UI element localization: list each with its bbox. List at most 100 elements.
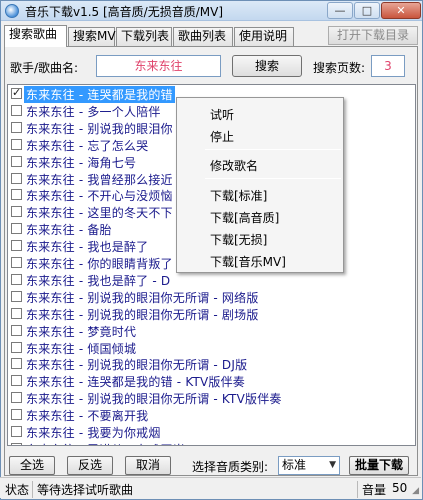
title-bar[interactable]: 音乐下载v1.5 [高音质/无损音质/MV] — □ ✕ (1, 1, 422, 21)
song-checkbox[interactable] (11, 324, 22, 336)
song-row[interactable]: 东来东往 - 不要离开我 (8, 406, 415, 423)
song-checkbox[interactable] (11, 104, 22, 116)
menu-separator (205, 149, 341, 150)
close-button[interactable]: ✕ (381, 2, 421, 19)
song-checkbox[interactable] (11, 307, 22, 319)
cancel-selection-button[interactable]: 取消 (125, 456, 171, 475)
menu-item-download-high[interactable]: 下载[高音质] (210, 209, 279, 226)
song-title: 东来东往 - 我曾经那么接近 (26, 172, 173, 187)
song-title: 东来东往 - 别说我的眼泪你 (26, 121, 173, 136)
window-title: 音乐下载v1.5 [高音质/无损音质/MV] (25, 5, 224, 19)
status-message: 等待选择试听歌曲 (37, 483, 134, 497)
menu-item-download-standard[interactable]: 下载[标准] (210, 187, 267, 204)
song-checkbox[interactable] (11, 206, 22, 218)
song-checkbox[interactable] (11, 240, 22, 252)
song-title: 东来东往 - 别说我的眼泪你无所谓 - 剧场版 (26, 307, 259, 322)
song-title: 东来东往 - 不要离开我 (26, 409, 149, 424)
song-title: 东来东往 - 忘了怎么哭 (26, 138, 149, 153)
chevron-down-icon: ▼ (329, 460, 336, 470)
song-title: 东来东往 - 梦竟时代 (26, 324, 137, 339)
song-checkbox[interactable] (11, 257, 22, 268)
song-row[interactable]: 东来东往 - 倾国倾城 (8, 339, 415, 356)
song-title: 东来东往 - 你的眼睛背叛了 (26, 257, 173, 271)
menu-item-download-mv[interactable]: 下载[音乐MV] (210, 253, 286, 270)
song-row[interactable]: 东来东往、雷诺儿 - 有难同当 (8, 440, 415, 445)
song-title: 东来东往 - 不开心与没烦恼 (26, 189, 173, 204)
song-checkbox[interactable] (11, 155, 22, 167)
song-row[interactable]: 东来东往 - 连哭都是我的错 - KTV版伴奏 (8, 372, 415, 389)
song-row[interactable]: 东来东往 - 梦竟时代 (8, 322, 415, 339)
song-title: 东来东往 - 倾国倾城 (26, 341, 137, 356)
song-checkbox[interactable] (11, 358, 22, 370)
song-checkbox[interactable] (11, 442, 22, 445)
song-row[interactable]: 东来东往 - 别说我的眼泪你无所谓 - 剧场版 (8, 305, 415, 322)
quality-select[interactable]: 标准 ▼ (278, 456, 340, 475)
song-checkbox[interactable] (11, 86, 22, 99)
song-checkbox[interactable] (11, 409, 22, 421)
song-title: 东来东往 - 我要为你戒烟 (26, 426, 161, 440)
search-pages-label: 搜索页数: (313, 61, 366, 75)
close-icon: ✕ (396, 4, 406, 17)
song-title: 东来东往 - 我也是醉了 - D (26, 273, 171, 288)
maximize-button[interactable]: □ (354, 2, 380, 19)
open-download-dir-button[interactable]: 打开下载目录 (328, 26, 418, 45)
minimize-icon: — (334, 4, 346, 17)
quality-label: 选择音质类别: (192, 460, 269, 474)
search-pages-input[interactable]: 3 (371, 55, 405, 77)
song-title: 东来东往 - 多一个人陪伴 (26, 104, 161, 119)
quality-selected-value: 标准 (282, 458, 307, 472)
song-checkbox[interactable] (11, 341, 22, 353)
volume-value: 50 (392, 481, 408, 495)
song-title: 东来东往 - 海角七号 (26, 155, 137, 170)
song-title: 东来东往 - 备胎 (26, 223, 112, 238)
song-title: 东来东往 - 别说我的眼泪你无所谓 - KTV版伴奏 (26, 392, 282, 407)
song-title: 东来东往 - 这里的冬天不下 (26, 206, 173, 221)
status-divider (32, 481, 33, 498)
tab-download-list[interactable]: 下载列表 (116, 27, 172, 46)
select-all-button[interactable]: 全选 (9, 456, 55, 475)
song-checkbox[interactable] (11, 392, 22, 404)
song-row[interactable]: 东来东往 - 我也是醉了 - D (8, 271, 415, 288)
tab-instructions[interactable]: 使用说明 (234, 27, 294, 46)
maximize-icon: □ (361, 4, 373, 17)
tab-search-mv[interactable]: 搜索MV (68, 27, 116, 46)
song-title: 东来东往 - 连哭都是我的错 - KTV版伴奏 (26, 375, 245, 390)
song-checkbox[interactable] (11, 223, 22, 235)
status-divider (357, 481, 358, 498)
song-row[interactable]: 东来东往 - 别说我的眼泪你无所谓 - 网络版 (8, 288, 415, 305)
song-title: 东来东往、雷诺儿 - 有难同当 (26, 441, 185, 445)
song-title: 东来东往 - 别说我的眼泪你无所谓 - 网络版 (26, 290, 259, 305)
menu-item-rename[interactable]: 修改歌名 (210, 157, 258, 174)
song-checkbox[interactable] (11, 172, 22, 184)
menu-item-download-lossless[interactable]: 下载[无损] (210, 231, 267, 248)
menu-separator (205, 178, 341, 179)
minimize-button[interactable]: — (327, 2, 353, 19)
volume-label: 音量 (362, 483, 387, 497)
song-row[interactable]: 东来东往 - 我要为你戒烟 (8, 423, 415, 440)
song-row[interactable]: 东来东往 - 别说我的眼泪你无所谓 - KTV版伴奏 (8, 389, 415, 406)
song-checkbox[interactable] (11, 121, 22, 133)
song-checkbox[interactable] (11, 273, 22, 285)
song-checkbox[interactable] (11, 189, 22, 201)
singer-song-label: 歌手/歌曲名: (10, 61, 79, 75)
app-logo-icon (5, 4, 19, 18)
singer-song-input[interactable]: 东来东往 (96, 55, 221, 77)
menu-item-listen[interactable]: 试听 (210, 106, 234, 123)
song-checkbox[interactable] (11, 375, 22, 387)
song-checkbox[interactable] (11, 426, 22, 437)
tab-search-songs[interactable]: 搜索歌曲 (4, 25, 67, 47)
song-title: 东来东往 - 连哭都是我的错 (24, 86, 175, 103)
status-label: 状态 (5, 483, 30, 497)
invert-selection-button[interactable]: 反选 (67, 456, 113, 475)
menu-item-stop[interactable]: 停止 (210, 128, 234, 145)
context-menu: 试听 停止 修改歌名 下载[标准] 下载[高音质] 下载[无损] 下载[音乐MV… (176, 97, 344, 273)
search-button[interactable]: 搜索 (232, 55, 302, 77)
resize-grip-icon[interactable]: ◢ (412, 486, 419, 496)
song-title: 东来东往 - 别说我的眼泪你无所谓 - DJ版 (26, 358, 248, 373)
song-checkbox[interactable] (11, 290, 22, 302)
song-row[interactable]: 东来东往 - 别说我的眼泪你无所谓 - DJ版 (8, 355, 415, 372)
tab-song-list[interactable]: 歌曲列表 (173, 27, 233, 46)
song-title: 东来东往 - 我也是醉了 (26, 240, 149, 255)
batch-download-button[interactable]: 批量下载 (349, 456, 409, 475)
song-checkbox[interactable] (11, 138, 22, 150)
